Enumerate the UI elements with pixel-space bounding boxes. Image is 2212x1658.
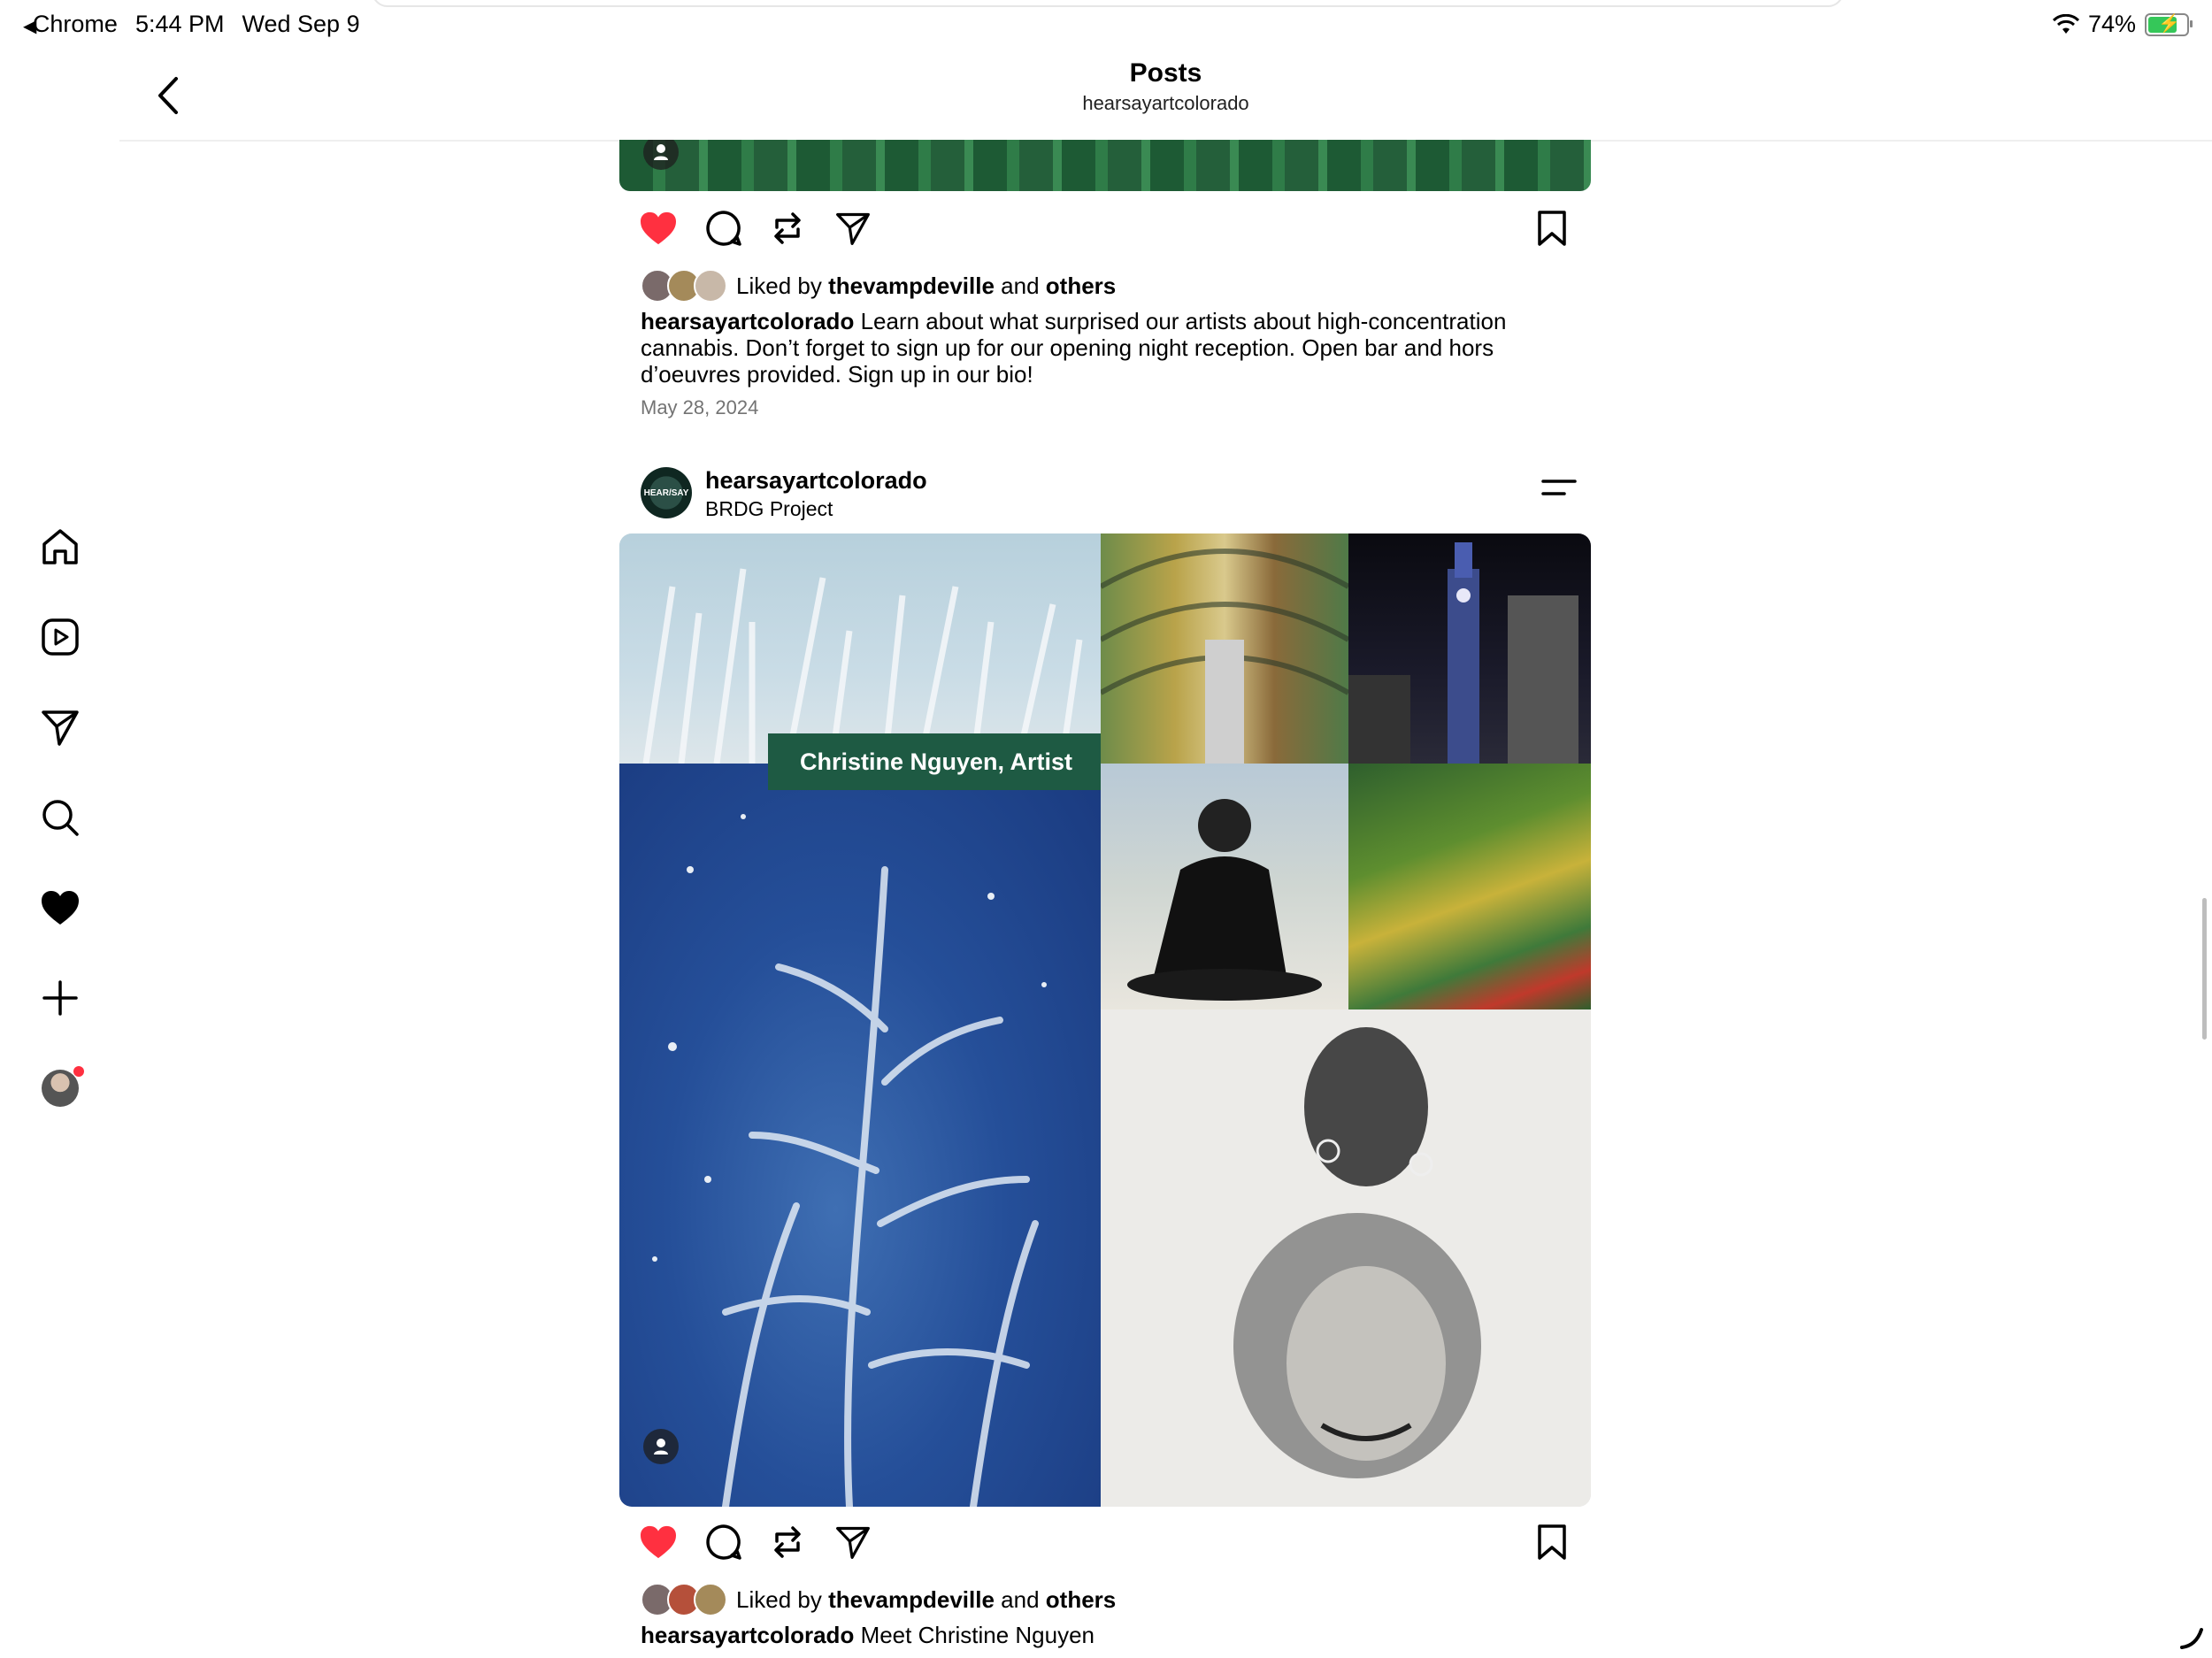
more-options-button[interactable] [1540,474,1578,510]
direct-icon [42,710,79,746]
resize-corner-icon [2180,1628,2203,1649]
sidebar-item-reels[interactable] [35,612,85,662]
liked-by-and: and [1001,272,1040,299]
artist-name-label: Christine Nguyen, Artist [768,733,1104,790]
sidebar-item-search[interactable] [35,793,85,842]
cyanotype-main-tile [619,764,1101,1507]
fern-illustration [652,814,1047,1507]
sidebar-item-direct[interactable] [35,702,85,752]
profile-avatar [42,1066,84,1107]
city-night-tile [1348,533,1591,764]
like-button[interactable] [637,207,680,249]
repost-icon [774,1526,801,1558]
post-actions [619,1514,1593,1567]
send-icon [836,212,870,245]
comment-icon [706,1524,741,1560]
save-button[interactable] [1531,1521,1573,1563]
post-header: HEAR/SAY hearsayartcolorado BRDG Project [641,467,1587,520]
home-icon [42,529,78,564]
liked-by-prefix: Liked by [736,272,822,299]
like-button[interactable] [637,1521,680,1563]
post-author-avatar[interactable]: HEAR/SAY [641,467,692,518]
status-date: Wed Sep 9 [242,11,360,37]
liked-by-others[interactable]: others [1046,1586,1116,1614]
liker-avatars [641,269,727,303]
post-caption: hearsayartcolorado Meet Christine Nguyen [641,1622,1570,1648]
post-date: May 28, 2024 [641,396,759,418]
caption-username[interactable]: hearsayartcolorado [641,1622,854,1648]
post-caption: hearsayartcolorado Learn about what surp… [641,308,1570,388]
battery-percent: 74% [2087,11,2136,37]
repost-button[interactable] [766,207,809,249]
heart-filled-icon [641,211,676,245]
garden-painting-tile [1348,764,1591,1009]
bookmark-icon [1538,211,1566,246]
notification-dot [73,1066,84,1077]
status-bar: ◀ Chrome 5:44 PM Wed Sep 9 74% ⚡ [0,0,2212,51]
save-button[interactable] [1531,207,1573,249]
post-location[interactable]: BRDG Project [705,497,833,521]
sidebar-item-activity[interactable] [35,883,85,933]
wifi-icon [2052,13,2079,34]
comment-button[interactable] [703,1521,745,1563]
artist-portrait-tile [1101,764,1348,1009]
heart-filled-icon [641,1525,676,1559]
scrollbar[interactable] [2202,898,2207,1040]
send-icon [836,1526,870,1559]
likes-summary[interactable]: Liked by thevampdeville and others [641,268,1116,303]
post-author-username[interactable]: hearsayartcolorado [705,467,927,495]
liked-by-prefix: Liked by [736,1585,822,1613]
tagged-people-button[interactable] [643,1429,679,1464]
grass-illustration [642,568,1083,764]
liker-avatar [694,1583,727,1616]
comment-icon [706,211,741,246]
share-button[interactable] [832,1521,874,1563]
sidebar-item-home[interactable] [35,522,85,572]
seated-artist-illustration [1127,799,1322,1001]
more-lines-icon [1541,480,1577,495]
reels-icon [42,618,79,656]
posts-header: Posts hearsayartcolorado [119,51,2212,142]
activity-heart-icon [42,891,79,925]
liked-by-user[interactable]: thevampdeville [828,1586,995,1614]
clocktower-illustration [1348,542,1578,764]
repost-icon [774,212,801,244]
page-subtitle: hearsayartcolorado [1082,92,1249,114]
battery-icon: ⚡ [2145,12,2193,36]
post-image[interactable] [619,140,1591,191]
cyanotype-top-tile [619,533,1101,764]
back-to-app[interactable]: ◀ Chrome [23,11,118,38]
post-actions [619,200,1593,253]
tagged-people-button[interactable] [643,140,679,170]
portrait-sketch-tile [1101,1009,1591,1507]
likes-summary[interactable]: Liked by thevampdeville and others [641,1582,1116,1617]
status-time: 5:44 PM [134,11,225,37]
post-image-collage[interactable]: Christine Nguyen, Artist [619,533,1591,1507]
liker-avatars [641,1583,727,1616]
sidebar-item-create[interactable] [35,973,85,1023]
caption-username[interactable]: hearsayartcolorado [641,308,854,334]
bridge-artwork-tile [1101,533,1348,764]
person-icon [654,144,668,160]
search-icon [42,800,79,836]
create-plus-icon [42,980,78,1016]
repost-button[interactable] [766,1521,809,1563]
share-button[interactable] [832,207,874,249]
bookmark-icon [1538,1524,1566,1560]
liked-by-others[interactable]: others [1046,272,1116,300]
faces-sketch-illustration [1233,1027,1481,1478]
page-title: Posts [1129,58,1202,88]
liker-avatar [694,269,727,303]
liked-by-and: and [1001,1585,1040,1613]
sidebar-item-profile[interactable] [35,1063,85,1113]
comment-button[interactable] [703,207,745,249]
liked-by-user[interactable]: thevampdeville [828,272,995,300]
person-icon [654,1439,668,1455]
bridge-illustration [1101,549,1348,764]
caption-text: Meet Christine Nguyen [860,1622,1095,1648]
back-app-label: Chrome [32,11,118,37]
